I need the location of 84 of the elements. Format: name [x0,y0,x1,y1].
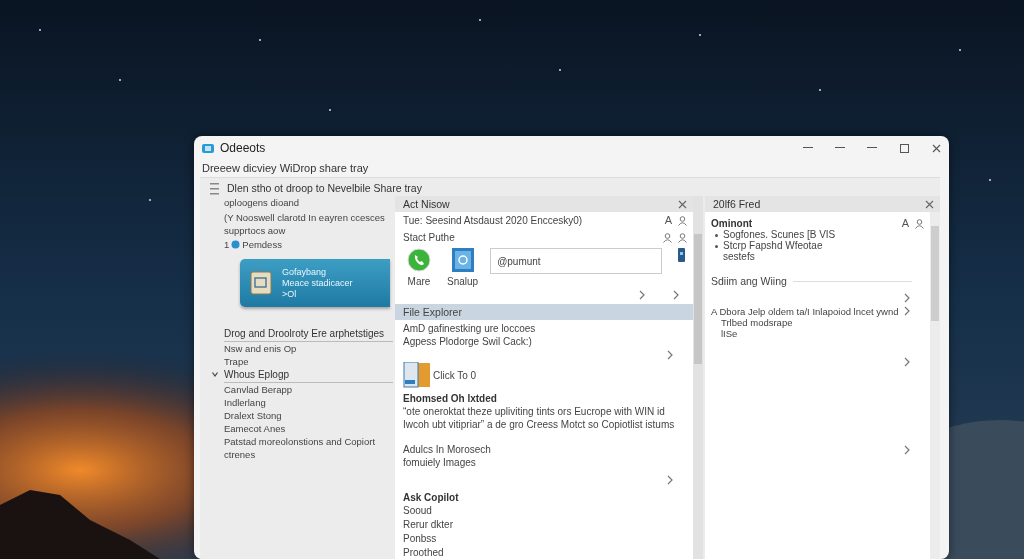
note-title: Ehomsed Oh lxtded [402,392,498,405]
list-text: Dralext Stong [224,409,282,422]
close-icon[interactable] [678,199,687,209]
subheading-text: Stact Puthe [403,231,456,244]
bullet-icon [715,245,718,248]
list-text: (Y Nooswell clarotd In eayren ccesces [224,211,385,224]
person-icon [678,232,687,243]
section-heading: Whous Eplogp [224,369,290,380]
chevron-icon[interactable] [212,372,218,377]
scrollbar-thumb[interactable] [694,234,702,364]
list-text: Eamecot Anes [224,422,286,435]
person-icon [678,215,687,226]
chevron-icon[interactable] [904,357,910,367]
minimize-icon [803,147,813,149]
person-icon [915,218,924,229]
section-heading: Sdiim ang Wiing [711,276,787,287]
bullet-text: Sogfones. Scunes [B VIS [723,229,836,240]
panel-title: Act Nisow [403,197,450,211]
list-text: oploogens dioand [224,196,299,209]
scrollbar[interactable] [930,212,940,559]
list-text: Trape [224,355,249,368]
list-text: Pemdess [242,238,282,251]
panel-heading: Dlen stho ot droop to Nevelbile Share tray [227,182,422,195]
bullet-icon [715,234,718,237]
chevron-icon[interactable] [904,445,910,455]
body-text: “ote oneroktat theze upliviting tints ors Eucrope with WIN id [402,405,666,418]
panel-title: 20lf6 Fred [713,198,761,210]
list-text: Nsw and enis Op [224,342,297,355]
minimize-icon [867,147,877,149]
card-text: >Ol [282,288,298,300]
body-text: Iwcoh ubt vitipriar” a de gro Creess Motct so Copiotlist istums [402,418,676,431]
menu-item[interactable]: Ponbss [395,532,693,546]
dot-icon [231,240,241,249]
folder-icon [250,271,272,295]
app-label: Mare [407,275,431,288]
card-text: Gofaybang [282,266,328,278]
share-field[interactable]: @pumunt [490,248,662,274]
entry-text: Trlbed modsrape [720,317,793,328]
scrollbar-thumb[interactable] [931,226,939,321]
minimize-icon [835,147,845,149]
list-text: ctrenes [224,448,256,461]
folder-icon [403,362,431,388]
card-text: Meace stadicacer [282,277,353,289]
chevron-icon[interactable] [667,350,673,360]
entry-text: A Dbora Jelp oldem ta/I Inlapoiod lncet ywnd [711,306,899,317]
section-heading: Ask Copilot [402,491,460,504]
close-icon [931,143,941,153]
body-text: Agpess Plodorge Swil Cack:) [402,335,533,348]
list-text: Patstad moreolonstions and Copiort [224,435,376,448]
app-icon [202,142,214,154]
letter-text: A [901,218,909,229]
device-icon [678,248,685,262]
body-text: fomuiely Images [402,456,477,469]
window-subtitle: Dreeew dicviey WiDrop share tray [201,161,369,176]
body-text: Adulcs In Morosech [402,443,492,456]
phone-icon[interactable] [407,248,431,272]
scrollbar[interactable] [693,196,703,559]
app-label: Snalup [447,275,479,288]
menu-item[interactable]: Proothed [395,546,693,559]
date-text: Tue: Seesind Atsdaust 2020 Enccesky0) [403,214,584,227]
menu-icon[interactable] [210,182,219,196]
share-card[interactable]: Gofaybang Meace stadicacer >Ol [240,259,390,307]
bullet-text: Stcrp Fapshd Wfeotae [723,240,823,251]
window-title: Odeeots [220,141,266,155]
chevron-icon[interactable] [639,290,645,300]
file-label: Click To 0 [433,368,477,382]
count-text: 1 [224,238,230,251]
list-text: supprtocs aow [224,224,286,237]
section-header[interactable]: File Explorer [395,304,693,320]
bullet-text: sestefs [723,251,755,262]
menu-item[interactable]: Sooud [395,504,693,518]
close-icon[interactable] [925,199,934,209]
section-heading: Ominont [711,218,754,229]
chevron-icon[interactable] [667,475,673,485]
person-icon [663,232,672,243]
list-text: Canvlad Berapp [224,383,293,396]
section-heading: Drog and Droolroty Ere arphetstiges [224,328,385,339]
menu-item[interactable]: Rerur dkter [395,518,693,532]
body-text: AmD gafinestking ure loccoes [402,322,537,335]
chevron-icon[interactable] [673,290,679,300]
letter-text: A [664,214,672,227]
list-text: Indlerlang [224,396,266,409]
maximize-icon [899,143,909,153]
entry-text: lISe [720,328,738,339]
